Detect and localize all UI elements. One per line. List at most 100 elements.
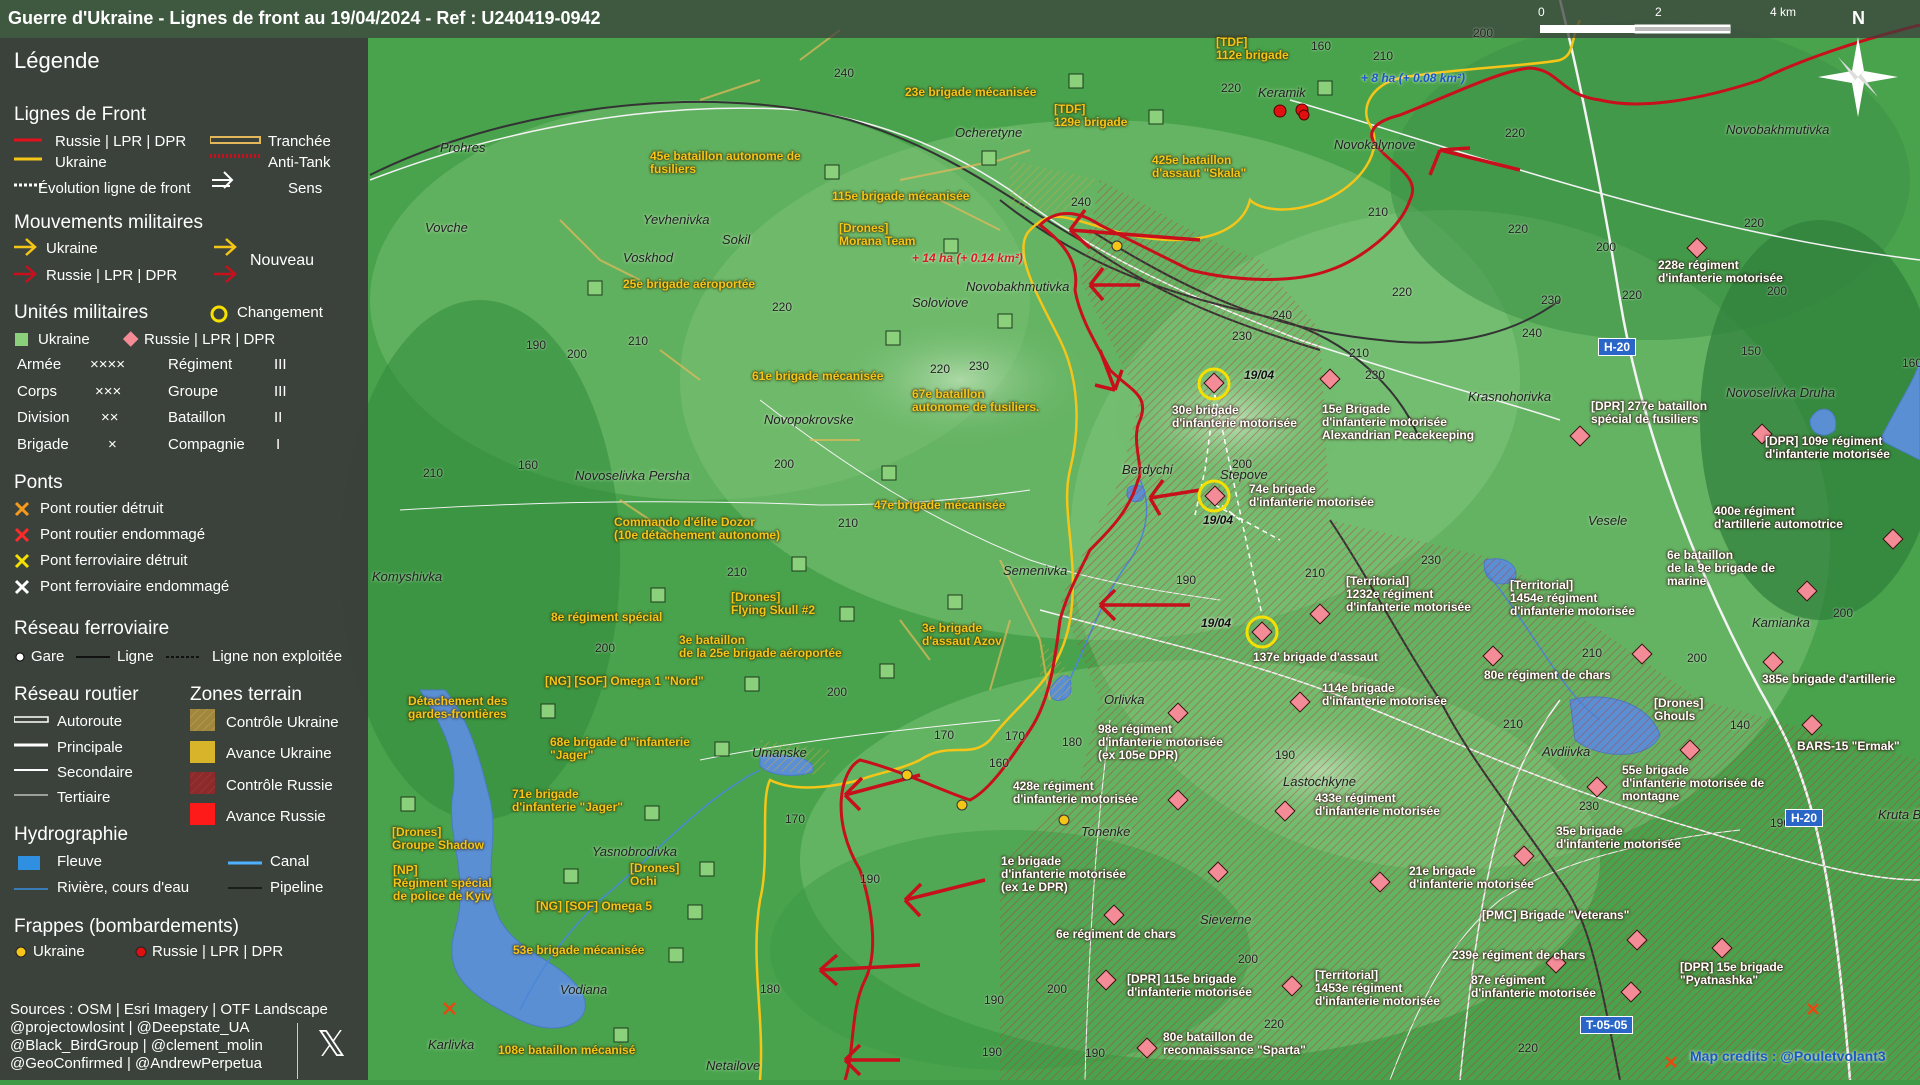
russia-unit-label: [Territorial] 1232e régiment d'infanterie … xyxy=(1346,574,1471,614)
ukraine-unit-label: 25e brigade aéroportée xyxy=(623,277,756,291)
place-label: Novoselivka Druha xyxy=(1726,385,1836,400)
ukraine-unit-marker[interactable] xyxy=(1148,109,1164,125)
ukraine-unit-marker[interactable] xyxy=(644,805,660,821)
russia-unit-label: 35e brigade d'infanterie motorisée xyxy=(1556,824,1681,851)
ukraine-unit-marker[interactable] xyxy=(997,313,1013,329)
ukraine-unit-marker[interactable] xyxy=(839,606,855,622)
source-line: @Black_BirdGroup | @clement_molin xyxy=(10,1037,263,1054)
ukraine-unit-marker[interactable] xyxy=(587,280,603,296)
ukraine-unit-marker[interactable] xyxy=(947,594,963,610)
road-title: Réseau routier xyxy=(14,684,139,705)
ukraine-unit-label: [Drones] Flying Skull #2 xyxy=(731,590,816,617)
ukraine-unit-label: [TDF] 129e brigade xyxy=(1054,102,1128,129)
place-label: Orlivka xyxy=(1104,692,1145,707)
ukraine-unit-label: 3e brigade d'assaut Azov xyxy=(922,621,1002,648)
elevation-label: 240 xyxy=(1272,308,1293,322)
zone-label: Avance Russie xyxy=(226,808,326,825)
place-label: Karlivka xyxy=(428,1037,475,1052)
elevation-label: 200 xyxy=(827,685,848,699)
elevation-label: 170 xyxy=(1005,729,1026,743)
elevation-label: 220 xyxy=(1221,81,1242,95)
place-label: Umanske xyxy=(752,745,807,760)
road-symbols xyxy=(14,716,49,796)
place-label: Sokil xyxy=(722,232,751,247)
ukraine-unit-label: 71e brigade d'infanterie "Jager" xyxy=(512,787,623,814)
ukraine-unit-marker[interactable] xyxy=(699,861,715,877)
ukraine-unit-label: [NG] [SOF] Omega 1 "Nord" xyxy=(545,674,704,688)
echelon-mark: ×× xyxy=(101,409,119,426)
russia-unit-label: [Drones] Ghouls xyxy=(1654,696,1704,723)
ukraine-unit-marker[interactable] xyxy=(668,947,684,963)
ukraine-unit-label: [Drones] Ochi xyxy=(630,861,680,888)
russia-unit-label: 6e régiment de chars xyxy=(1056,927,1177,941)
russia-unit-label: [DPR] 277e bataillon spécial de fusiliers xyxy=(1591,399,1708,426)
echelon-name: Armée xyxy=(17,356,62,373)
russia-unit-label: [DPR] 15e brigade "Pyatnashka" xyxy=(1680,960,1784,987)
source-line: @projectowlosint | @Deepstate_UA xyxy=(10,1019,250,1036)
echelon2-name: Compagnie xyxy=(168,436,245,453)
compass-icon xyxy=(1818,37,1898,117)
elevation-label: 160 xyxy=(1902,356,1920,370)
elevation-label: 200 xyxy=(1473,26,1494,40)
bridges-title: Ponts xyxy=(14,472,63,493)
trench-symbols xyxy=(210,136,261,189)
north-label: N xyxy=(1852,8,1865,28)
map-annotation: + 14 ha (+ 0.14 km²) xyxy=(912,251,1023,265)
moves-title: Mouvements militaires xyxy=(14,212,203,233)
ukraine-unit-marker[interactable] xyxy=(650,587,666,603)
elevation-label: 220 xyxy=(1392,285,1413,299)
road-label: Autoroute xyxy=(57,713,123,730)
echelon2-mark: III xyxy=(274,383,287,400)
ukraine-unit-label: 45e bataillon autonome de fusiliers xyxy=(650,149,801,176)
ukraine-unit-marker[interactable] xyxy=(744,676,760,692)
ukraine-unit-marker[interactable] xyxy=(885,330,901,346)
front-ru-label: Russie | LPR | DPR xyxy=(55,133,187,150)
ukraine-unit-marker[interactable] xyxy=(540,703,556,719)
ukraine-unit-marker[interactable] xyxy=(687,904,703,920)
bridge-label: Pont routier endommagé xyxy=(40,526,206,543)
ukraine-unit-marker[interactable] xyxy=(563,868,579,884)
elevation-label: 210 xyxy=(423,466,444,480)
ukraine-unit-marker[interactable] xyxy=(824,164,840,180)
units-change-label: Changement xyxy=(237,304,323,321)
ukraine-unit-marker[interactable] xyxy=(613,1027,629,1043)
echelon-mark: × xyxy=(108,436,117,453)
place-label: Ocheretyne xyxy=(955,125,1023,140)
map-annotation: 19/04 xyxy=(1203,513,1234,527)
ukraine-unit-marker[interactable] xyxy=(400,796,416,812)
elevation-label: 240 xyxy=(834,66,855,80)
moves-ua-label: Ukraine xyxy=(46,240,98,257)
map-title: Guerre d'Ukraine - Lignes de front au 19… xyxy=(8,8,601,28)
ukraine-unit-marker[interactable] xyxy=(879,663,895,679)
ukraine-unit-marker[interactable] xyxy=(981,150,997,166)
elevation-label: 220 xyxy=(1744,216,1765,230)
russia-unit-label: 239e régiment de chars xyxy=(1452,948,1586,962)
ukraine-unit-marker[interactable] xyxy=(714,741,730,757)
elevation-label: 140 xyxy=(1730,718,1751,732)
legend-heading: Légende xyxy=(14,48,100,73)
ukraine-unit-label: Détachement des gardes-frontières xyxy=(408,694,508,721)
scale-label: 4 km xyxy=(1770,5,1797,19)
place-label: Vovche xyxy=(425,220,468,235)
russia-unit-label: 400e régiment d'artillerie automotrice xyxy=(1714,504,1843,531)
strikes-ru-label: Russie | LPR | DPR xyxy=(152,943,284,960)
elevation-label: 190 xyxy=(984,993,1005,1007)
hydro-stream-label: Rivière, cours d'eau xyxy=(57,879,190,896)
russia-unit-label: 80e bataillon de reconnaissance "Sparta" xyxy=(1163,1030,1306,1057)
russia-unit-label: [Territorial] 1454e régiment d'infanterie … xyxy=(1510,578,1635,618)
russia-unit-label: [DPR] 109e régiment d'infanterie motorisé… xyxy=(1765,434,1890,461)
ukraine-unit-label: Commando d'élite Dozor (10e détachement a… xyxy=(614,515,781,542)
place-label: Krasnohorivka xyxy=(1468,389,1552,404)
strikes-ua-label: Ukraine xyxy=(33,943,85,960)
ukraine-unit-marker[interactable] xyxy=(791,556,807,572)
ukraine-unit-marker[interactable] xyxy=(1317,80,1333,96)
ukraine-unit-label: 68e brigade d'"infanterie "Jager" xyxy=(550,735,690,762)
ukraine-unit-marker[interactable] xyxy=(881,465,897,481)
elevation-label: 210 xyxy=(1582,646,1603,660)
map-annotation: 19/04 xyxy=(1244,368,1275,382)
zone-label: Avance Ukraine xyxy=(226,745,332,762)
echelon2-mark: III xyxy=(274,356,287,373)
map-annotation: + 8 ha (+ 0.08 km²) xyxy=(1361,71,1466,85)
echelon2-name: Bataillon xyxy=(168,409,226,426)
ukraine-unit-marker[interactable] xyxy=(1068,73,1084,89)
